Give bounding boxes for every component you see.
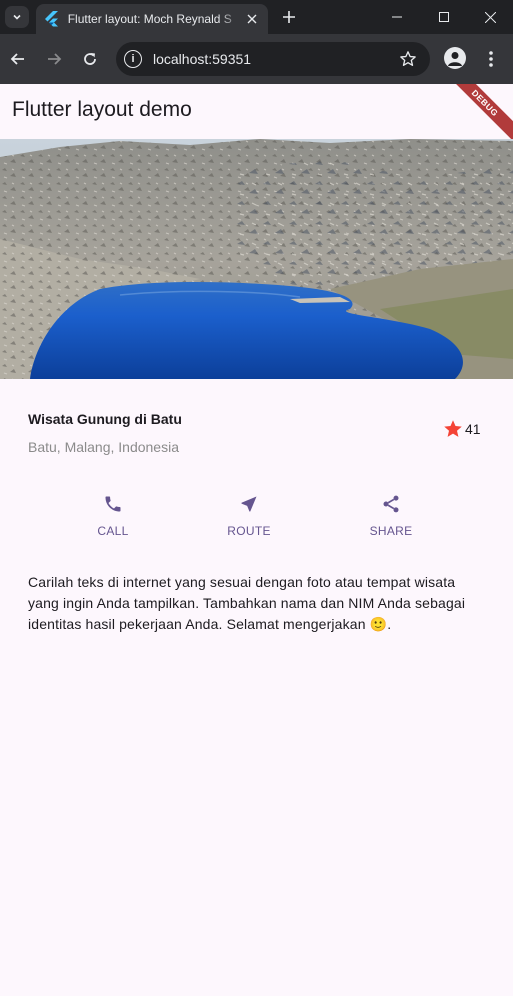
tab-title: Flutter layout: Moch Reynald S: [67, 12, 232, 26]
close-window-button[interactable]: [467, 4, 513, 30]
browser-toolbar: i localhost:59351: [0, 34, 513, 84]
maximize-icon: [439, 12, 449, 22]
bookmark-star-icon[interactable]: [398, 49, 418, 69]
phone-icon: [101, 492, 125, 516]
plus-icon: [283, 11, 295, 23]
new-tab-button[interactable]: [278, 6, 300, 28]
profile-avatar-icon[interactable]: [444, 47, 466, 69]
close-icon: [484, 11, 496, 23]
url-text: localhost:59351: [153, 51, 252, 67]
maximize-button[interactable]: [421, 4, 467, 30]
tab-search-button[interactable]: [5, 6, 29, 28]
near-me-icon: [237, 492, 261, 516]
reload-button[interactable]: [77, 46, 103, 72]
debug-banner: DEBUG: [441, 84, 513, 147]
route-label: ROUTE: [227, 524, 271, 538]
address-bar[interactable]: i localhost:59351: [116, 42, 430, 76]
description-text: Carilah teks di internet yang sesuai den…: [28, 574, 466, 632]
minimize-button[interactable]: [374, 4, 420, 30]
call-button[interactable]: CALL: [73, 492, 153, 538]
appbar-title: Flutter layout demo: [12, 98, 192, 121]
forward-button[interactable]: [41, 46, 67, 72]
arrow-right-icon: [48, 53, 62, 65]
tab-close-icon[interactable]: [244, 11, 260, 27]
hero-image: [0, 139, 513, 379]
rating: 41: [443, 419, 481, 439]
site-info-icon[interactable]: i: [124, 50, 142, 68]
place-location: Batu, Malang, Indonesia: [28, 439, 179, 455]
back-button[interactable]: [5, 46, 31, 72]
share-label: SHARE: [369, 524, 413, 538]
flutter-icon: [44, 11, 60, 27]
title-section: Wisata Gunung di Batu Batu, Malang, Indo…: [28, 411, 483, 455]
rating-count: 41: [465, 421, 481, 437]
star-icon: [444, 420, 462, 437]
app-viewport: Flutter layout demo DEBUG Wisata Gunung …: [0, 84, 513, 996]
minimize-icon: [392, 16, 402, 18]
browser-menu-icon[interactable]: [481, 46, 501, 72]
browser-tab[interactable]: Flutter layout: Moch Reynald S: [36, 4, 268, 34]
place-title: Wisata Gunung di Batu: [28, 411, 182, 427]
share-button[interactable]: SHARE: [351, 492, 431, 538]
browser-tabstrip: Flutter layout: Moch Reynald S: [0, 0, 513, 34]
arrow-left-icon: [10, 53, 24, 65]
call-label: CALL: [97, 524, 129, 538]
share-icon: [379, 492, 403, 516]
route-button[interactable]: ROUTE: [209, 492, 289, 538]
reload-icon: [84, 53, 96, 65]
chevron-down-icon: [13, 14, 21, 20]
